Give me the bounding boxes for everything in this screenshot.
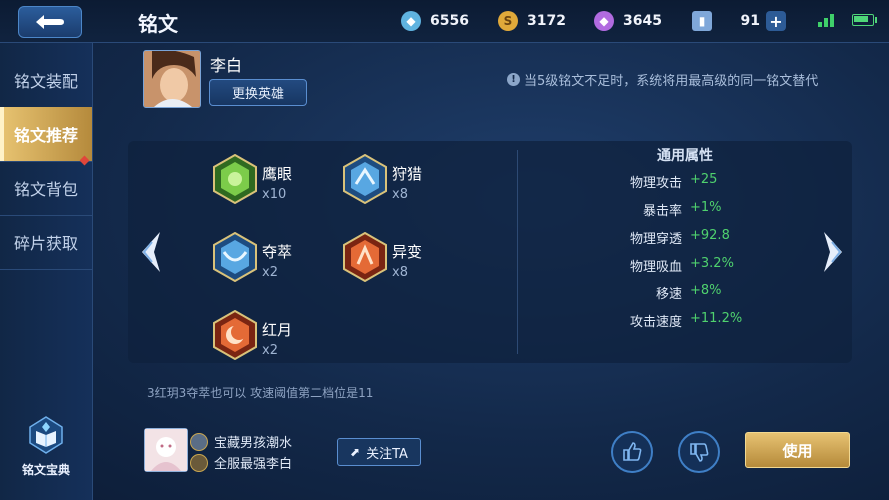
rune-name: 异变	[392, 243, 423, 261]
diamond-value: 6556	[430, 13, 469, 29]
follow-label: 关注TA	[366, 446, 408, 462]
author-avatar[interactable]	[144, 428, 188, 472]
page-title: 铭文	[138, 12, 178, 36]
thumbs-down-icon	[690, 443, 709, 462]
title-badge-icon	[190, 453, 208, 472]
rune-count: x2	[262, 265, 278, 280]
rune-count: x8	[392, 187, 408, 202]
author-name-line: 宝藏男孩潮水	[190, 432, 292, 451]
author-title: 全服最强李白	[214, 457, 293, 472]
attribute-value: +8%	[690, 283, 722, 298]
purple-crystal-icon: ◆	[594, 11, 614, 31]
attribute-value: +25	[690, 172, 718, 187]
sidebar-item-label: 碎片获取	[13, 234, 78, 253]
rune-item[interactable]: 夺萃 x2	[212, 232, 352, 292]
attribute-name: 物理穿透	[629, 232, 682, 247]
attribute-row: 物理吸血 +3.2%	[560, 256, 800, 276]
gold-coin-icon: S	[498, 11, 518, 31]
attribute-name: 移速	[655, 287, 682, 302]
red-rune-icon	[213, 310, 257, 360]
follow-button[interactable]: ⬈ 关注TA	[337, 438, 421, 466]
notice-text: 当5级铭文不足时，系统将用最高级的同一铭文替代	[524, 74, 819, 89]
back-button[interactable]	[18, 6, 82, 38]
author-title-line: 全服最强李白	[190, 453, 292, 472]
top-bar: 铭文 ◆ 6556 S 3172 ◆ 3645 ▮ 91 +	[0, 0, 889, 43]
hero-avatar	[143, 50, 201, 108]
attribute-value: +1%	[690, 200, 722, 215]
voucher-card-icon: ▮	[692, 11, 712, 31]
attribute-name: 暴击率	[642, 204, 682, 219]
rune-item[interactable]: 鹰眼 x10	[212, 154, 352, 214]
voucher-currency: ▮ 91 +	[692, 9, 786, 33]
use-button[interactable]: 使用	[745, 432, 850, 468]
sidebar-item-label: 铭文装配	[13, 72, 78, 91]
author-name: 宝藏男孩潮水	[214, 436, 293, 451]
panel-divider	[517, 150, 518, 354]
rune-count: x2	[262, 343, 278, 358]
change-hero-button[interactable]: 更换英雄	[209, 79, 307, 106]
like-button[interactable]	[611, 431, 653, 473]
rune-count: x10	[262, 187, 287, 202]
previous-arrow-icon[interactable]	[134, 228, 166, 276]
crystal-currency: ◆ 3645	[594, 9, 662, 33]
voucher-value: 91	[740, 13, 760, 29]
rune-name: 红月	[262, 321, 293, 339]
attribute-name: 攻击速度	[629, 315, 682, 330]
sidebar-item-fragments[interactable]: 碎片获取	[0, 215, 92, 270]
sidebar-item-rune-bag[interactable]: 铭文背包	[0, 155, 92, 216]
attribute-row: 移速 +8%	[560, 283, 800, 303]
crystal-value: 3645	[623, 13, 662, 29]
attribute-name: 物理攻击	[629, 176, 682, 191]
rune-item[interactable]: 异变 x8	[342, 232, 482, 292]
hero-name: 李白	[210, 56, 243, 75]
sidebar-item-label: 铭文背包	[13, 180, 78, 199]
book-icon	[29, 416, 63, 454]
blue-rune-icon	[213, 232, 257, 282]
attribute-row: 攻击速度 +11.2%	[560, 311, 800, 331]
rune-name: 狩猎	[392, 165, 423, 183]
rune-item[interactable]: 狩猎 x8	[342, 154, 482, 214]
rune-item[interactable]: 红月 x2	[212, 310, 352, 370]
notice: ! 当5级铭文不足时，系统将用最高级的同一铭文替代	[507, 70, 818, 89]
attribute-value: +11.2%	[690, 311, 743, 326]
sidebar: 铭文装配 铭文推荐 铭文背包 碎片获取 铭文宝典	[0, 43, 93, 500]
sidebar-item-rune-recommend[interactable]: 铭文推荐	[0, 107, 92, 162]
rune-codex-button[interactable]: 铭文宝典	[10, 415, 82, 478]
red-rune-icon	[343, 232, 387, 282]
codex-label: 铭文宝典	[21, 463, 70, 477]
signal-icon	[818, 13, 834, 27]
rune-name: 夺萃	[262, 243, 293, 261]
attribute-name: 物理吸血	[629, 260, 682, 275]
thumbs-up-icon	[623, 442, 642, 461]
next-arrow-icon[interactable]	[818, 228, 850, 276]
green-rune-icon	[213, 154, 257, 204]
rune-name: 鹰眼	[262, 165, 293, 183]
attribute-row: 物理攻击 +25	[560, 172, 800, 192]
blue-rune-icon	[343, 154, 387, 204]
attribute-value: +3.2%	[690, 256, 734, 271]
attribute-row: 物理穿透 +92.8	[560, 228, 800, 248]
gold-value: 3172	[527, 13, 566, 29]
follow-icon: ⬈	[350, 445, 361, 459]
attribute-value: +92.8	[690, 228, 730, 243]
recommend-comment: 3红玥3夺萃也可以 攻速阈值第二档位是11	[147, 386, 374, 400]
dislike-button[interactable]	[678, 431, 720, 473]
attributes-title: 通用属性	[657, 148, 713, 164]
back-arrow-icon	[36, 15, 64, 29]
rune-count: x8	[392, 265, 408, 280]
sidebar-item-label: 铭文推荐	[13, 126, 78, 145]
gold-currency: S 3172	[498, 9, 566, 33]
diamond-gem-icon: ◆	[401, 11, 421, 31]
battery-icon	[852, 14, 877, 26]
diamond-currency: ◆ 6556	[401, 9, 469, 33]
attribute-row: 暴击率 +1%	[560, 200, 800, 220]
add-voucher-button[interactable]: +	[766, 11, 786, 31]
sidebar-item-rune-equip[interactable]: 铭文装配	[0, 53, 92, 108]
info-icon: !	[507, 73, 520, 86]
rank-badge-icon	[190, 432, 208, 451]
